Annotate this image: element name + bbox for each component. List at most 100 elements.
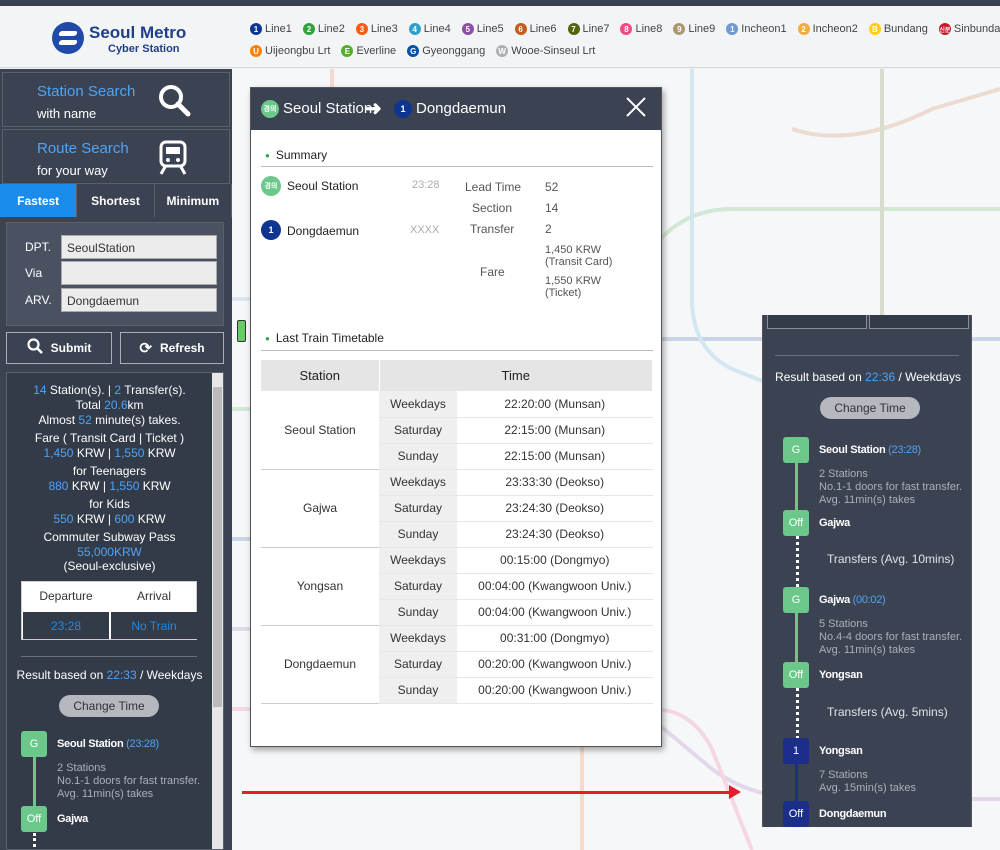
route-station-name: Seoul Station (23:28): [57, 738, 159, 750]
arv-input[interactable]: Dongdaemun: [61, 288, 217, 312]
kids-card: 550: [53, 512, 74, 526]
line-legend: 1 Line1 2 Line2 3 Line3 4 Line4 5 Line5 6 Line6 7 Lin…: [250, 18, 1000, 62]
line-badge-icon: 2: [797, 23, 810, 35]
line-legend-item[interactable]: W Wooe-Sinseul Lrt: [496, 45, 595, 57]
station-search-sub: with name: [37, 106, 97, 121]
arrival-header: Arrival: [136, 589, 171, 603]
timetable-time: 23:24:30 (Deokso): [457, 495, 653, 522]
station-name: Seoul Station: [819, 444, 886, 456]
line-legend-item[interactable]: U Uijeongbu Lrt: [250, 45, 330, 57]
fare-card-value: 1,450 KRW: [545, 244, 602, 256]
line-legend-item[interactable]: E Everline: [341, 45, 396, 57]
summary-from-name: Seoul Station: [287, 179, 359, 193]
time-column-header: Time: [379, 360, 653, 391]
station-search-button[interactable]: Station Search with name: [2, 72, 230, 127]
line-legend-item[interactable]: 5 Line5: [461, 23, 504, 35]
tab-fastest[interactable]: Fastest: [0, 184, 78, 217]
line-badge-icon: 1: [726, 23, 739, 35]
timetable-rule: [261, 350, 653, 351]
close-icon[interactable]: [625, 94, 647, 125]
line-legend-item[interactable]: 1 Incheon1: [726, 23, 787, 35]
route-badge: Off: [783, 801, 809, 827]
line-label: Gyeonggang: [422, 45, 486, 57]
line-legend-item[interactable]: 신분 Sinbunda: [938, 23, 1000, 35]
line-legend-item[interactable]: G Gyeonggang: [407, 45, 485, 57]
to-station: Dongdaemun: [416, 100, 507, 117]
line-badge-icon: 8: [620, 23, 633, 35]
krw: KRW: [71, 479, 100, 493]
seoul-metro-logo[interactable]: Seoul Metro Cyber Station: [52, 20, 192, 60]
via-input[interactable]: [61, 261, 217, 285]
route-line: [33, 751, 36, 811]
route-stations: 5 Stations: [819, 618, 868, 630]
search-icon: [157, 83, 191, 125]
krw: KRW: [137, 512, 166, 526]
line-label: Line9: [688, 23, 716, 35]
refresh-button[interactable]: ⟳ Refresh: [120, 332, 224, 364]
station-name: Dongdaemun: [819, 808, 887, 820]
route-duration: Avg. 11min(s) takes: [57, 788, 154, 800]
route-badge: G: [783, 437, 809, 463]
line-legend-item[interactable]: 3 Line3: [355, 23, 398, 35]
timetable-day: Sunday: [379, 599, 457, 626]
train-icon: [157, 140, 191, 184]
line-label: Line4: [423, 23, 451, 35]
route-station-name: Gajwa (00:02): [819, 594, 886, 606]
right-top-cell: [869, 315, 969, 329]
line-legend-item[interactable]: 2 Line2: [302, 23, 345, 35]
route-search-button[interactable]: Route Search for your way: [2, 129, 230, 184]
result-prefix: Result based on: [16, 668, 107, 682]
dpt-input[interactable]: SeoulStation: [61, 235, 217, 259]
line-label: Bundang: [883, 23, 928, 35]
station-search-title: Station Search: [37, 83, 136, 100]
total-prefix: Total: [75, 398, 105, 412]
timetable-day: Weekdays: [379, 547, 457, 574]
line-legend-item[interactable]: 6 Line6: [514, 23, 557, 35]
scrollbar-thumb[interactable]: [213, 387, 222, 707]
line-badge-icon: E: [341, 45, 354, 57]
summary-minutes-line: Almost 52 minute(s) takes.: [7, 413, 212, 427]
summary-to-badge: 1: [261, 220, 281, 240]
section-label: Section: [472, 201, 513, 215]
route-search-title: Route Search: [37, 140, 129, 157]
timetable-day: Sunday: [379, 443, 457, 470]
timetable-time: 23:33:30 (Deokso): [457, 469, 653, 496]
total-distance: 20.6: [104, 398, 128, 412]
timetable-title: Last Train Timetable: [265, 331, 384, 345]
line-legend-item[interactable]: 9 Line9: [673, 23, 715, 35]
line-label: Wooe-Sinseul Lrt: [511, 45, 596, 57]
change-time-button[interactable]: Change Time: [820, 397, 920, 419]
sep: |: [104, 446, 115, 460]
arv-row: ARV. Dongdaemun: [7, 288, 225, 312]
submit-button[interactable]: Submit: [6, 332, 112, 364]
last-train-timetable: Station Time Seoul Station Weekdays 22:20:…: [261, 360, 653, 704]
dpt-label: DPT.: [25, 240, 52, 254]
line-legend-item[interactable]: B Bundang: [868, 23, 928, 35]
kids-label: for Kids: [89, 497, 130, 511]
timetable-station: Dongdaemun: [261, 625, 379, 704]
change-time-button[interactable]: Change Time: [59, 695, 159, 717]
arrival-time: No Train: [111, 612, 197, 639]
line-legend-item[interactable]: 8 Line8: [620, 23, 662, 35]
line-legend-item[interactable]: 2 Incheon2: [797, 23, 858, 35]
line-badge-icon: 2: [302, 23, 315, 35]
station-name: Gajwa: [819, 594, 850, 606]
line-legend-item[interactable]: 4 Line4: [408, 23, 451, 35]
timetable-day: Sunday: [379, 677, 457, 704]
route-station-name: Gajwa: [819, 517, 850, 529]
tab-minimum[interactable]: Minimum: [154, 184, 232, 217]
line-legend-item[interactable]: 7 Line7: [567, 23, 609, 35]
result-suffix: / Weekdays: [136, 668, 203, 682]
line-legend-item[interactable]: 1 Line1: [250, 23, 292, 35]
refresh-icon: ⟳: [139, 340, 152, 357]
timetable-time: 00:20:00 (Kwangwoon Univ.): [457, 677, 653, 704]
transfer-info: Transfers (Avg. 10mins): [827, 552, 955, 566]
minutes-prefix: Almost: [38, 413, 79, 427]
tab-shortest[interactable]: Shortest: [77, 184, 155, 217]
timetable-time: 23:24:30 (Deokso): [457, 521, 653, 548]
scrollbar[interactable]: [212, 373, 223, 849]
summary-from-badge: 경의: [261, 176, 281, 196]
map-zoom-control[interactable]: [237, 320, 246, 342]
summary-total-line: Total 20.6km: [7, 398, 212, 412]
timetable-station: Seoul Station: [261, 391, 379, 470]
